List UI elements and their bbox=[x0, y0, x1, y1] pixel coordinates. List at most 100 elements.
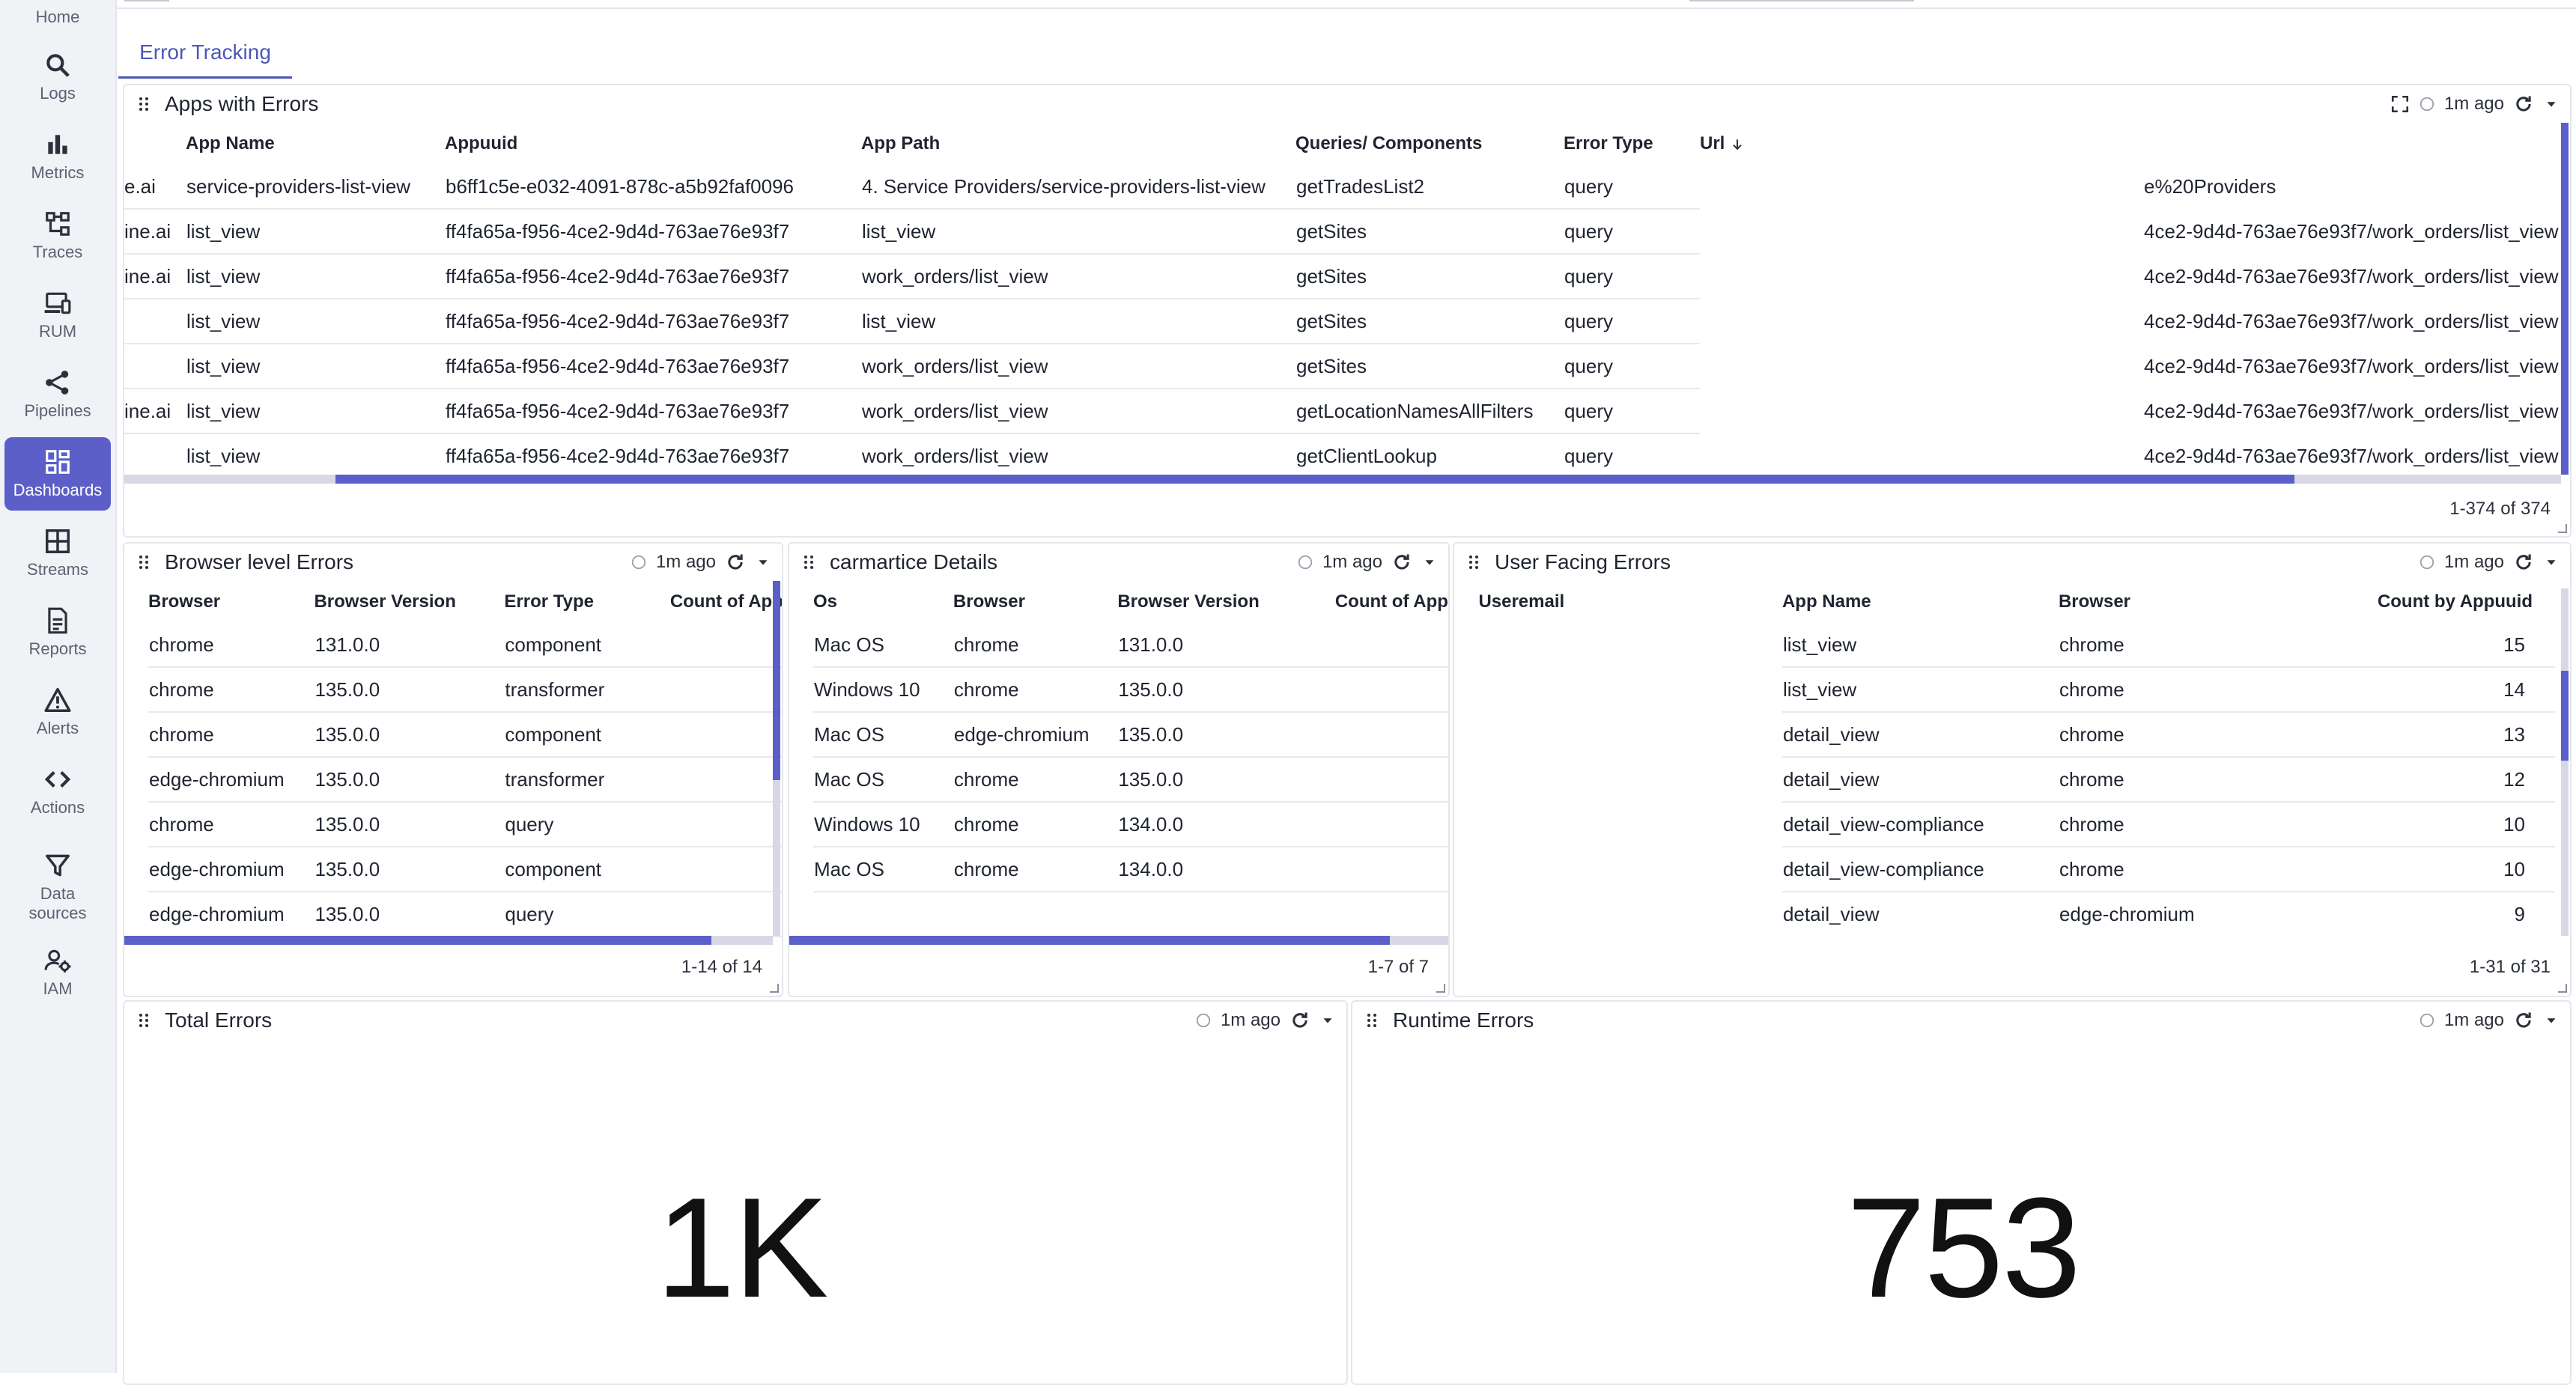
column-header-url[interactable]: Url bbox=[1700, 123, 2143, 165]
column-header[interactable]: App Name bbox=[1782, 581, 2059, 623]
column-header[interactable]: Count of App U bbox=[1335, 581, 1448, 623]
scrollbar-thumb[interactable] bbox=[2561, 123, 2569, 475]
sidebar-item-dashboards[interactable]: Dashboards bbox=[4, 437, 111, 511]
table-row[interactable]: detail_view-compliance chrome 10 bbox=[1454, 847, 2555, 892]
column-header[interactable]: Browser Version bbox=[314, 581, 504, 623]
scrollbar-thumb[interactable] bbox=[773, 581, 780, 780]
table-row[interactable]: edge-chromium 135.0.0 query bbox=[148, 892, 782, 937]
table-row[interactable]: detail_view-compliance chrome 10 bbox=[1454, 802, 2555, 847]
refresh-icon[interactable] bbox=[725, 552, 746, 573]
sidebar-item-pipelines[interactable]: Pipelines bbox=[4, 358, 111, 431]
table-row[interactable]: list_view ff4fa65a-f956-4ce2-9d4d-763ae76… bbox=[124, 299, 2570, 344]
scrollbar-thumb[interactable] bbox=[335, 475, 2294, 484]
vertical-scrollbar[interactable] bbox=[2561, 123, 2569, 475]
table-row[interactable]: Mac OS chrome 134.0.0 bbox=[813, 847, 1448, 892]
column-header[interactable]: Error Type bbox=[504, 581, 669, 623]
table-row[interactable]: e.ai service-providers-list-view b6ff1c5e-… bbox=[124, 165, 2570, 210]
table-row[interactable]: chrome 131.0.0 component bbox=[148, 623, 782, 668]
sidebar-item-reports[interactable]: Reports bbox=[4, 596, 111, 669]
column-header[interactable]: Count of App bbox=[670, 581, 782, 623]
resize-handle[interactable] bbox=[1436, 984, 1445, 993]
sidebar-item-streams[interactable]: Streams bbox=[4, 517, 111, 590]
refresh-icon[interactable] bbox=[2513, 1010, 2534, 1031]
table-row[interactable]: detail_view chrome 12 bbox=[1454, 757, 2555, 803]
sidebar-item-data-sources[interactable]: Data sources bbox=[4, 843, 111, 931]
horizontal-scrollbar[interactable] bbox=[124, 936, 773, 945]
refresh-icon[interactable] bbox=[2513, 94, 2534, 115]
table-row[interactable]: ine.ai list_view ff4fa65a-f956-4ce2-9d4d-7… bbox=[124, 254, 2570, 299]
vertical-scrollbar[interactable] bbox=[773, 581, 780, 936]
chevron-down-icon[interactable] bbox=[1421, 554, 1438, 570]
table-row[interactable]: Windows 10 chrome 135.0.0 bbox=[813, 667, 1448, 713]
scrollbar-thumb[interactable] bbox=[789, 936, 1390, 945]
sidebar-item-alerts[interactable]: Alerts bbox=[4, 675, 111, 749]
refresh-icon[interactable] bbox=[2513, 552, 2534, 573]
refresh-icon[interactable] bbox=[1289, 1010, 1310, 1031]
sidebar-item-logs[interactable]: Logs bbox=[4, 40, 111, 114]
table-cell: query bbox=[1564, 254, 1700, 299]
sidebar-item-traces[interactable]: Traces bbox=[4, 199, 111, 273]
drag-handle-icon[interactable] bbox=[135, 553, 153, 571]
table-row[interactable]: list_view chrome 15 bbox=[1454, 623, 2555, 668]
table-row[interactable]: ine.ai list_view ff4fa65a-f956-4ce2-9d4d-7… bbox=[124, 209, 2570, 255]
column-header[interactable]: Browser bbox=[953, 581, 1117, 623]
column-header[interactable]: Browser bbox=[148, 581, 314, 623]
drag-handle-icon[interactable] bbox=[135, 1011, 153, 1029]
table-row[interactable]: detail_view chrome 13 bbox=[1454, 712, 2555, 758]
chevron-down-icon[interactable] bbox=[2543, 96, 2560, 112]
sidebar-item-iam[interactable]: IAM bbox=[4, 936, 111, 1009]
column-header[interactable]: App Path bbox=[861, 123, 1295, 165]
table-row[interactable]: edge-chromium 135.0.0 transformer bbox=[148, 757, 782, 803]
column-header[interactable]: Queries/ Components bbox=[1295, 123, 1564, 165]
scrollbar-thumb[interactable] bbox=[124, 936, 711, 945]
table-row[interactable]: list_view ff4fa65a-f956-4ce2-9d4d-763ae76… bbox=[124, 433, 2570, 479]
column-header[interactable]: Useremail bbox=[1478, 581, 1782, 623]
column-header[interactable]: Os bbox=[813, 581, 953, 623]
table-row[interactable]: chrome 135.0.0 transformer bbox=[148, 667, 782, 713]
horizontal-scrollbar[interactable] bbox=[789, 936, 1448, 945]
drag-handle-icon[interactable] bbox=[800, 553, 818, 571]
table-row[interactable]: list_view ff4fa65a-f956-4ce2-9d4d-763ae76… bbox=[124, 344, 2570, 389]
table-row[interactable]: Mac OS chrome 135.0.0 bbox=[813, 757, 1448, 803]
drag-handle-icon[interactable] bbox=[135, 95, 153, 113]
table-cell: chrome bbox=[953, 757, 1118, 803]
resize-handle[interactable] bbox=[2558, 984, 2567, 993]
table-row[interactable]: Windows 10 chrome 134.0.0 bbox=[813, 802, 1448, 847]
chevron-down-icon[interactable] bbox=[2543, 1012, 2560, 1029]
column-header[interactable]: Browser bbox=[2059, 581, 2279, 623]
table-row[interactable]: ine.ai list_view ff4fa65a-f956-4ce2-9d4d-7… bbox=[124, 389, 2570, 434]
column-header[interactable]: Browser Version bbox=[1117, 581, 1335, 623]
table-row[interactable]: chrome 135.0.0 query bbox=[148, 802, 782, 847]
chevron-down-icon[interactable] bbox=[1319, 1012, 1336, 1029]
column-header[interactable]: Appuuid bbox=[445, 123, 861, 165]
column-header[interactable] bbox=[124, 123, 186, 165]
refresh-icon[interactable] bbox=[1391, 552, 1412, 573]
tab-error-tracking[interactable]: Error Tracking bbox=[118, 28, 292, 79]
table-row[interactable]: edge-chromium 135.0.0 component bbox=[148, 847, 782, 892]
table-row[interactable]: chrome 135.0.0 component bbox=[148, 712, 782, 758]
user-facing-errors-table: Useremail App Name Browser Count by Appu… bbox=[1454, 581, 2555, 936]
column-header[interactable]: Count by Appuuid bbox=[2279, 581, 2555, 623]
drag-handle-icon[interactable] bbox=[1363, 1011, 1381, 1029]
drag-handle-icon[interactable] bbox=[1465, 553, 1483, 571]
sidebar-item-rum[interactable]: RUM bbox=[4, 278, 111, 352]
table-row[interactable]: detail_view edge-chromium 9 bbox=[1454, 892, 2555, 936]
horizontal-scrollbar[interactable] bbox=[124, 475, 2561, 484]
chevron-down-icon[interactable] bbox=[755, 554, 771, 570]
table-row[interactable]: list_view chrome 14 bbox=[1454, 667, 2555, 713]
sidebar-item-metrics[interactable]: Metrics bbox=[4, 120, 111, 193]
column-header[interactable]: App Name bbox=[186, 123, 445, 165]
sidebar-item-actions[interactable]: Actions bbox=[4, 755, 111, 828]
table-cell: b6ff1c5e-e032-4091-878c-a5b92faf0096 bbox=[445, 165, 861, 210]
fullscreen-icon[interactable] bbox=[2390, 94, 2410, 114]
chevron-down-icon[interactable] bbox=[2543, 554, 2560, 570]
table-row[interactable]: Mac OS edge-chromium 135.0.0 bbox=[813, 712, 1448, 758]
table-row[interactable]: Mac OS chrome 131.0.0 bbox=[813, 623, 1448, 668]
table-header-row: Browser Browser Version Error Type Count… bbox=[148, 581, 782, 623]
table-cell: list_view bbox=[186, 433, 445, 479]
resize-handle[interactable] bbox=[770, 984, 779, 993]
scrollbar-thumb[interactable] bbox=[2561, 671, 2569, 761]
resize-handle[interactable] bbox=[2558, 524, 2567, 533]
column-header[interactable]: Error Type bbox=[1564, 123, 1700, 165]
vertical-scrollbar[interactable] bbox=[2561, 588, 2569, 936]
